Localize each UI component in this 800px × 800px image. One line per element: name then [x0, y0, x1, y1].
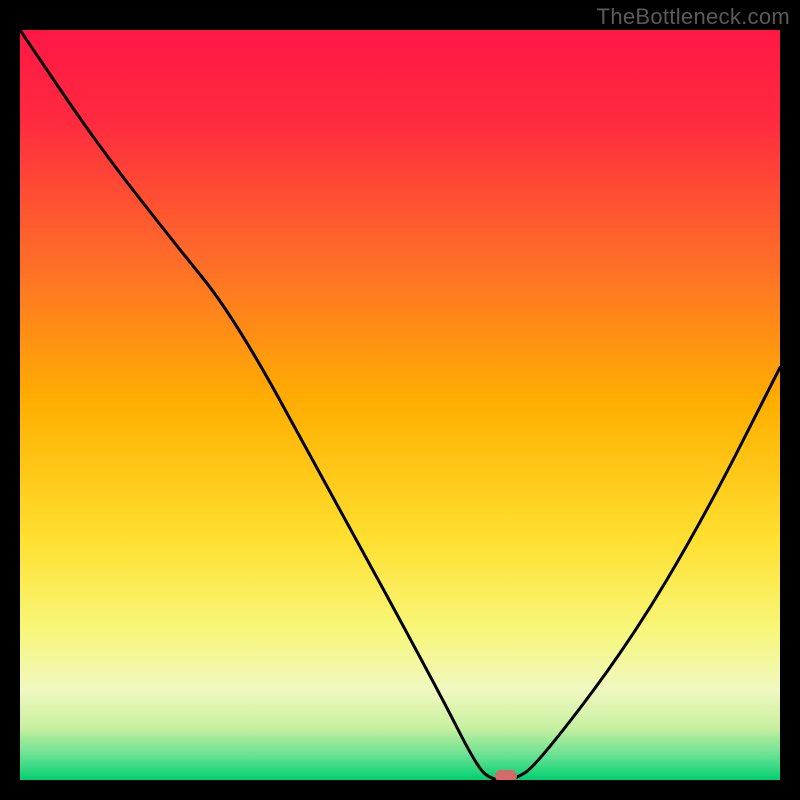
gradient-background: [20, 30, 780, 780]
watermark-text: TheBottleneck.com: [597, 4, 790, 30]
plot-svg: [20, 30, 780, 780]
plot-frame: [20, 30, 780, 780]
optimal-marker: [495, 770, 517, 780]
chart-container: TheBottleneck.com: [0, 0, 800, 800]
plot-inner: [20, 30, 780, 780]
